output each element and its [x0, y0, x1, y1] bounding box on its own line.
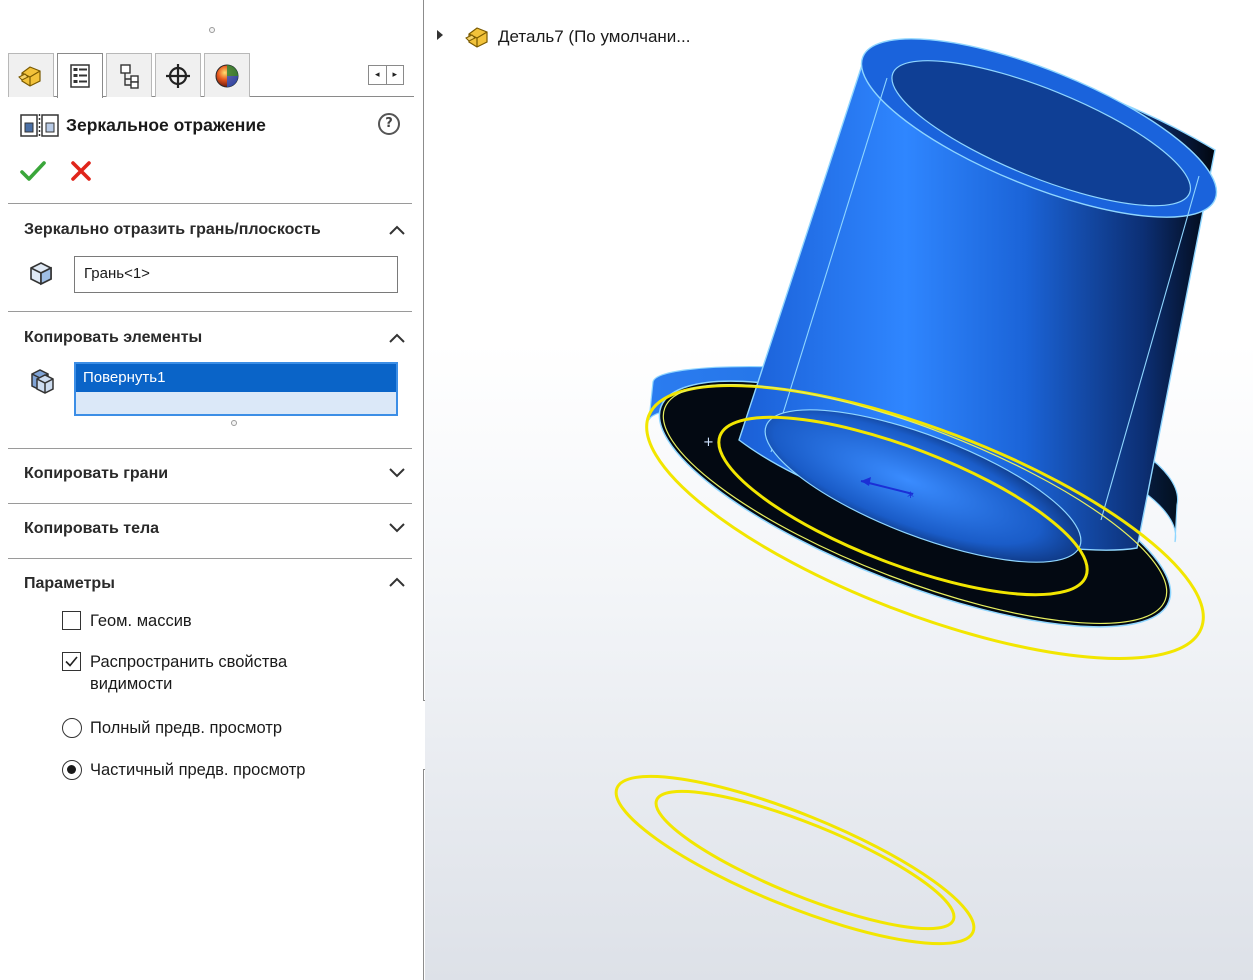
mirror-face-input[interactable]: Грань<1> [74, 256, 398, 293]
page-title: Зеркальное отражение [66, 115, 266, 135]
section-title-options[interactable]: Параметры [24, 575, 115, 593]
tab-scroll-buttons: ◂ ▸ [368, 65, 404, 85]
part-name-label[interactable]: Деталь7 (По умолчани... [498, 27, 690, 47]
section-divider [8, 448, 412, 449]
help-icon[interactable]: ? [378, 113, 400, 135]
tab-property-manager[interactable] [57, 53, 103, 98]
radio-label: Частичный предв. просмотр [90, 761, 306, 779]
tab-scroll-left-button[interactable]: ◂ [369, 66, 387, 84]
checkbox-box-checked[interactable] [62, 652, 81, 671]
mirror-face-value: Грань<1> [84, 265, 150, 282]
list-empty-row [76, 392, 396, 414]
property-manager-header: Зеркальное отражение ? [20, 112, 410, 140]
part-icon [465, 27, 488, 48]
configuration-manager-icon [120, 63, 139, 89]
section-divider [8, 558, 412, 559]
checkbox-label: Геом. массив [90, 612, 192, 630]
property-manager-panel: ◂ ▸ Зеркальное отражение ? Зеркально отр… [0, 0, 424, 980]
panel-grip-handle[interactable] [209, 27, 215, 33]
dimxpert-icon [166, 63, 190, 88]
chevron-up-icon[interactable] [388, 576, 406, 588]
section-title-copy-bodies[interactable]: Копировать тела [24, 520, 159, 538]
features-to-mirror-icon [31, 369, 54, 394]
origin-icon: * [907, 490, 914, 506]
checkbox-label: Распространить свойства [90, 653, 288, 671]
section-divider [8, 203, 412, 204]
section-divider [8, 503, 412, 504]
ok-button[interactable] [20, 158, 46, 184]
property-manager-icon [70, 64, 90, 88]
mirror-feature-icon [20, 114, 59, 138]
radio-button[interactable] [62, 718, 82, 738]
point-marker: + [703, 435, 714, 450]
list-item-label: Повернуть1 [83, 369, 166, 386]
chevron-down-icon[interactable] [388, 466, 406, 478]
radio-button-selected[interactable] [62, 760, 82, 780]
section-title-mirror-face[interactable]: Зеркально отразить грань/плоскость [24, 221, 321, 239]
manager-tabs: ◂ ▸ [8, 53, 414, 98]
radio-label: Полный предв. просмотр [90, 719, 282, 737]
tab-configuration-manager[interactable] [106, 53, 152, 97]
mirror-preview-outer[interactable] [600, 745, 991, 974]
checkbox-box[interactable] [62, 611, 81, 630]
tab-dimxpert-manager[interactable] [155, 53, 201, 97]
display-manager-icon [215, 64, 239, 87]
face-icon [30, 262, 52, 286]
tab-feature-manager[interactable] [8, 53, 54, 97]
chevron-up-icon[interactable] [388, 332, 406, 344]
list-item[interactable]: Повернуть1 [76, 364, 396, 392]
tab-scroll-right-button[interactable]: ▸ [387, 66, 404, 84]
chevron-down-icon[interactable] [388, 521, 406, 533]
checkbox-label-line2: видимости [90, 675, 173, 693]
model-view[interactable]: * + [425, 0, 1253, 980]
close-icon [71, 161, 91, 181]
chevron-up-icon[interactable] [388, 224, 406, 236]
checkmark-icon [65, 656, 78, 667]
features-list[interactable]: Повернуть1 [74, 362, 398, 416]
list-resize-handle[interactable] [231, 420, 237, 426]
graphics-area[interactable]: * + Деталь7 (По умолчани... [425, 0, 1253, 980]
checkmark-icon [20, 161, 46, 181]
cancel-button[interactable] [68, 158, 94, 184]
tab-display-manager[interactable] [204, 53, 250, 97]
section-divider [8, 311, 412, 312]
section-title-copy-features[interactable]: Копировать элементы [24, 329, 202, 347]
section-title-copy-faces[interactable]: Копировать грани [24, 465, 168, 483]
expand-arrow-icon[interactable] [437, 30, 443, 40]
feature-manager-icon [18, 65, 41, 87]
